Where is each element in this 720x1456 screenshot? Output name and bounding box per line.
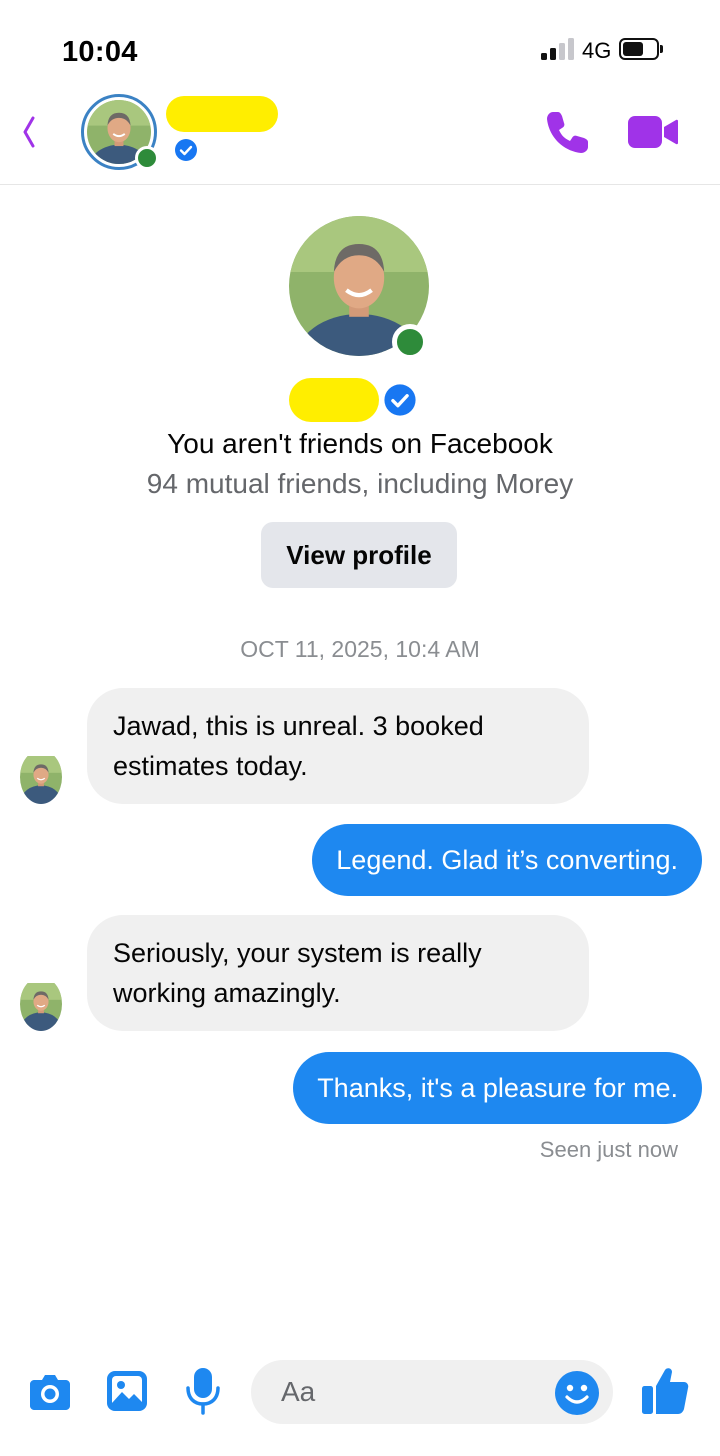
battery-icon: [619, 38, 659, 60]
back-button[interactable]: [16, 108, 44, 156]
camera-icon[interactable]: [28, 1370, 72, 1414]
verified-badge-icon: [175, 139, 197, 161]
incoming-message[interactable]: Jawad, this is unreal. 3 booked estimate…: [87, 688, 589, 804]
redacted-contact-name[interactable]: [166, 96, 278, 132]
incoming-message[interactable]: Seriously, your system is really working…: [87, 915, 589, 1031]
battery-cap: [660, 45, 663, 53]
status-time: 10:04: [62, 36, 138, 68]
seen-status: Seen just now: [539, 1137, 678, 1162]
outgoing-message[interactable]: Legend. Glad it’s converting.: [312, 824, 702, 896]
redacted-profile-name: [289, 378, 379, 422]
friend-status-text: You aren't friends on Facebook: [167, 428, 553, 459]
microphone-icon[interactable]: [184, 1366, 222, 1416]
video-call-icon[interactable]: [628, 112, 678, 152]
online-indicator: [135, 146, 159, 170]
conversation-timestamp: OCT 11, 2025, 10:4 AM: [240, 636, 480, 662]
message-line: Jawad, this is unreal. 3 booked: [113, 711, 484, 741]
phone-call-icon[interactable]: [542, 106, 594, 158]
view-profile-button[interactable]: View profile: [261, 522, 457, 588]
mutual-friends-text: 94 mutual friends, including Morey: [146, 468, 574, 499]
avatar-image: [20, 750, 62, 804]
signal-strength-icon: [541, 38, 575, 60]
network-type: 4G: [582, 38, 612, 63]
outgoing-message[interactable]: Thanks, it's a pleasure for me.: [293, 1052, 702, 1124]
header-divider: [0, 184, 720, 185]
thumbs-up-icon[interactable]: [640, 1364, 690, 1416]
verified-badge-icon: [384, 384, 416, 416]
message-line: estimates today.: [113, 751, 308, 781]
message-line: working amazingly.: [113, 978, 341, 1008]
profile-online-indicator: [392, 324, 428, 360]
avatar-image: [20, 977, 62, 1031]
gallery-icon[interactable]: [106, 1370, 148, 1412]
message-avatar[interactable]: [20, 750, 62, 804]
message-input-placeholder: Aa: [281, 1376, 316, 1407]
emoji-icon[interactable]: [554, 1370, 600, 1416]
message-line: Seriously, your system is really: [113, 938, 482, 968]
message-avatar[interactable]: [20, 977, 62, 1031]
